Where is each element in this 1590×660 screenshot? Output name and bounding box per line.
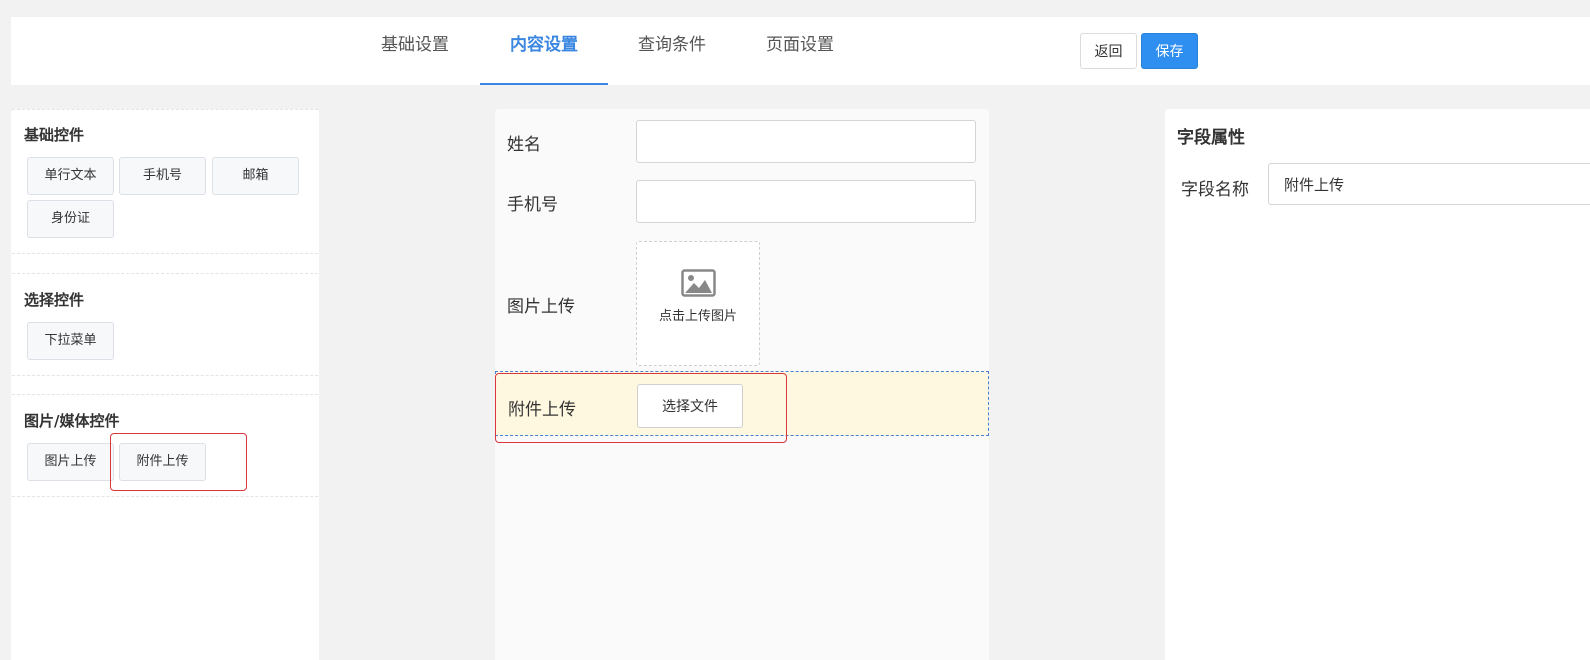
panel-title: 字段属性: [1177, 128, 1245, 148]
control-phone[interactable]: 手机号: [119, 157, 206, 195]
tab-query-conditions[interactable]: 查询条件: [622, 17, 722, 85]
palette-group-media: 图片/媒体控件 图片上传 附件上传: [12, 394, 318, 497]
image-upload-hint: 点击上传图片: [658, 309, 737, 324]
field-label-name: 姓名: [507, 135, 541, 155]
image-upload-box[interactable]: 点击上传图片: [636, 241, 760, 366]
control-single-line-text[interactable]: 单行文本: [27, 157, 114, 195]
palette-group-select: 选择控件 下拉菜单: [12, 273, 318, 376]
control-dropdown[interactable]: 下拉菜单: [27, 322, 114, 360]
name-input[interactable]: [636, 120, 976, 163]
group-title: 图片/媒体控件: [24, 412, 120, 430]
field-properties-panel: 字段属性 字段名称: [1165, 109, 1590, 660]
tab-page-settings[interactable]: 页面设置: [750, 17, 850, 85]
field-label-attachment: 附件上传: [508, 400, 576, 420]
control-palette: 基础控件 单行文本 手机号 邮箱 身份证 选择控件 下拉菜单 图片/媒体控件 图…: [11, 109, 319, 660]
palette-group-basic: 基础控件 单行文本 手机号 邮箱 身份证: [12, 109, 318, 254]
top-bar: 基础设置 内容设置 查询条件 页面设置 返回 保存: [11, 17, 1590, 85]
field-label-phone: 手机号: [507, 195, 558, 215]
tab-content-settings[interactable]: 内容设置: [480, 17, 608, 85]
phone-input[interactable]: [636, 180, 976, 223]
save-button[interactable]: 保存: [1141, 33, 1198, 69]
group-title: 选择控件: [24, 291, 85, 309]
tab-basic-settings[interactable]: 基础设置: [365, 17, 465, 85]
control-id-card[interactable]: 身份证: [27, 200, 114, 238]
field-name-input[interactable]: [1268, 163, 1590, 205]
group-title: 基础控件: [24, 126, 85, 144]
control-attachment-upload[interactable]: 附件上传: [119, 443, 206, 481]
control-image-upload[interactable]: 图片上传: [27, 443, 114, 481]
control-email[interactable]: 邮箱: [212, 157, 299, 195]
back-button[interactable]: 返回: [1080, 33, 1137, 69]
choose-file-button[interactable]: 选择文件: [637, 384, 743, 428]
field-name-label: 字段名称: [1181, 180, 1249, 200]
field-label-image: 图片上传: [507, 297, 575, 317]
image-icon: [681, 269, 716, 297]
